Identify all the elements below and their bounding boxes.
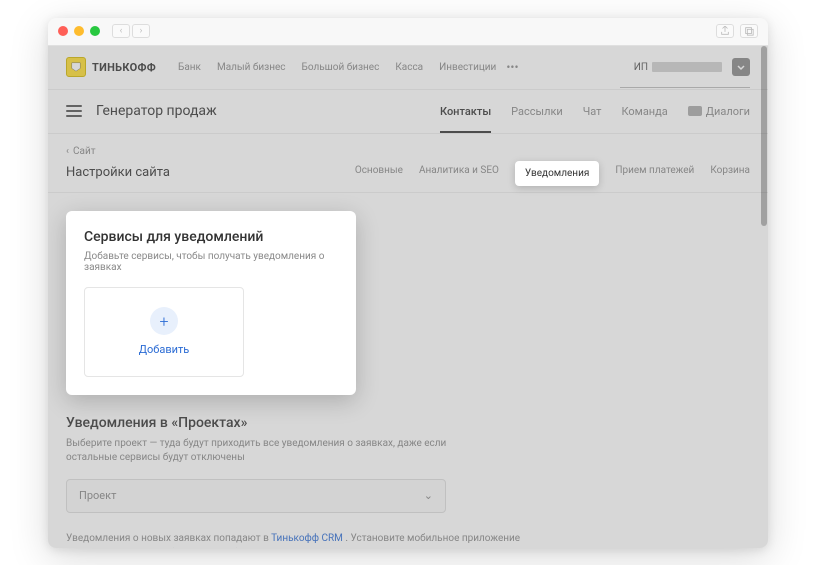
share-button[interactable] (716, 24, 734, 38)
add-service-button[interactable]: + Добавить (84, 287, 244, 377)
services-card-title: Сервисы для уведомлений (84, 229, 338, 245)
forward-button[interactable]: › (132, 24, 150, 38)
close-window-button[interactable] (58, 26, 68, 36)
content-area: ТИНЬКОФФ Банк Малый бизнес Большой бизне… (48, 46, 768, 548)
tabs-button[interactable] (740, 24, 758, 38)
nav-arrows: ‹ › (112, 24, 150, 38)
browser-window: ‹ › ТИНЬКОФФ Банк Мал (48, 18, 768, 548)
titlebar: ‹ › (48, 18, 768, 46)
services-card-subtitle: Добавьте сервисы, чтобы получать уведомл… (84, 251, 338, 273)
add-label: Добавить (139, 343, 190, 356)
window-controls (58, 26, 100, 36)
back-button[interactable]: ‹ (112, 24, 130, 38)
scrollbar[interactable] (761, 46, 767, 548)
scrollbar-thumb[interactable] (761, 46, 767, 226)
plus-icon: + (150, 307, 178, 335)
maximize-window-button[interactable] (90, 26, 100, 36)
tab-notifications[interactable]: Уведомления (515, 161, 599, 186)
services-card: Сервисы для уведомлений Добавьте сервисы… (66, 211, 356, 395)
minimize-window-button[interactable] (74, 26, 84, 36)
